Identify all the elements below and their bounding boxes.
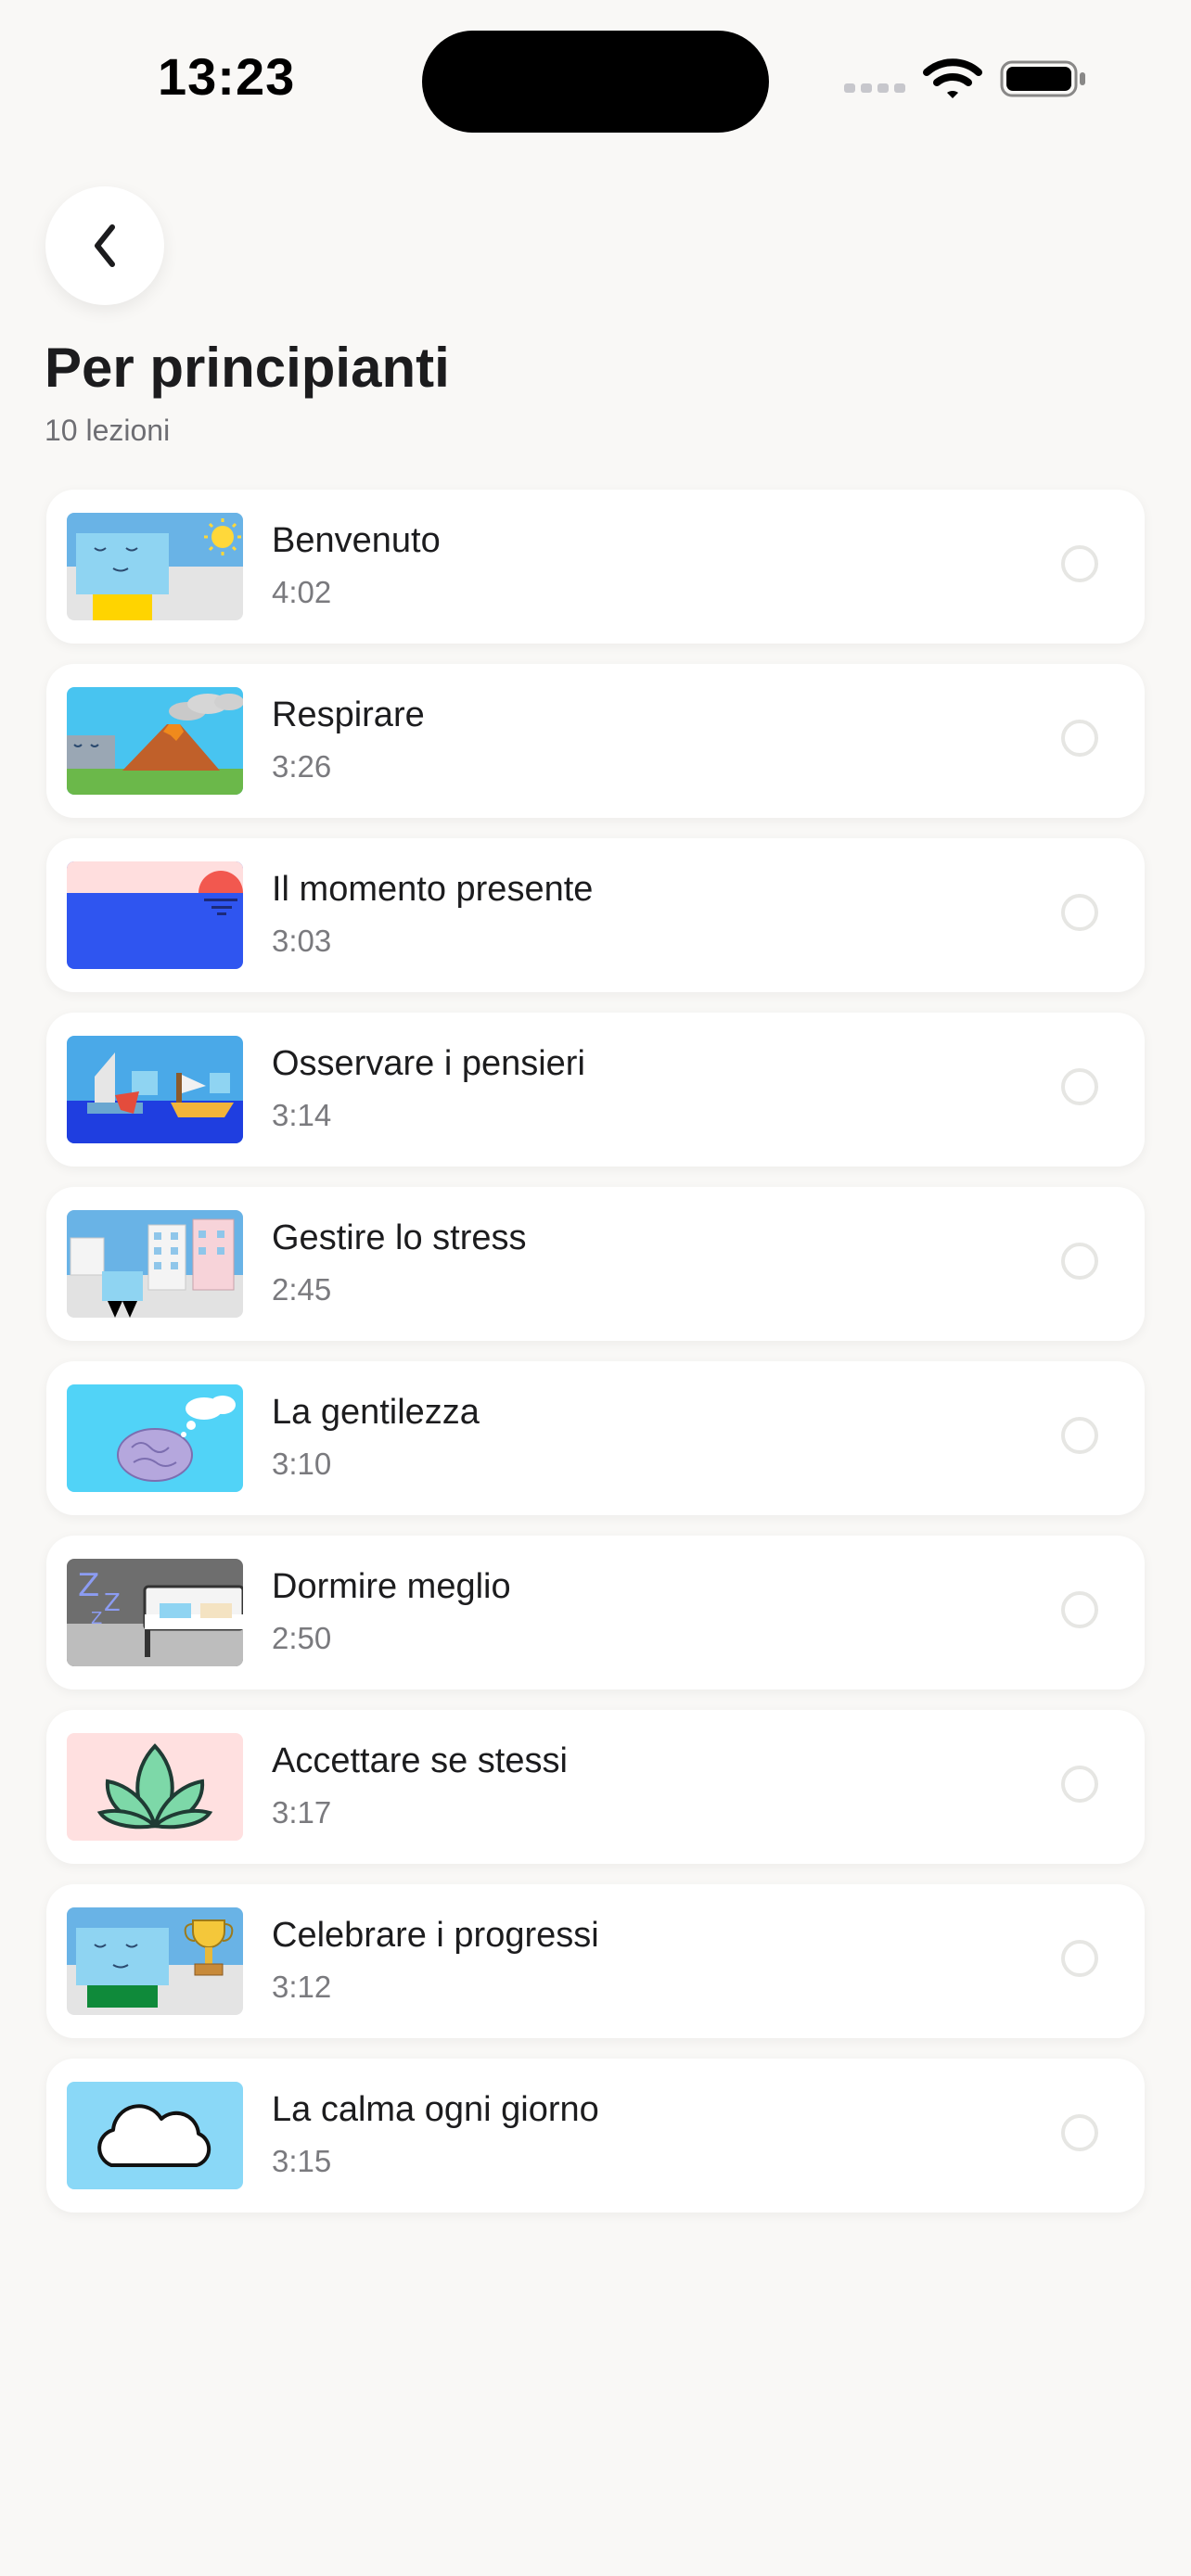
empty-circle-icon[interactable] bbox=[1061, 1243, 1098, 1280]
empty-circle-icon[interactable] bbox=[1061, 1940, 1098, 1977]
lesson-duration: 2:45 bbox=[272, 1272, 332, 1307]
lesson-card-accettare-se-stessi[interactable]: Accettare se stessi 3:17 bbox=[46, 1710, 1145, 1864]
lesson-card-gestire-lo-stress[interactable]: Gestire lo stress 2:45 bbox=[46, 1187, 1145, 1341]
svg-text:Z: Z bbox=[104, 1589, 121, 1617]
lotus-thumbnail bbox=[67, 1733, 243, 1841]
empty-circle-icon[interactable] bbox=[1061, 545, 1098, 582]
cellular-signal-icon bbox=[844, 83, 905, 93]
lesson-duration: 3:03 bbox=[272, 924, 332, 958]
lesson-title: Osservare i pensieri bbox=[272, 1044, 585, 1083]
lesson-duration: 3:12 bbox=[272, 1970, 332, 2004]
lesson-title: Dormire meglio bbox=[272, 1567, 511, 1606]
lesson-title: Respirare bbox=[272, 695, 425, 734]
lesson-duration: 2:50 bbox=[272, 1621, 332, 1655]
lesson-title: Il momento presente bbox=[272, 870, 594, 909]
empty-circle-icon[interactable] bbox=[1061, 894, 1098, 931]
empty-circle-icon[interactable] bbox=[1061, 720, 1098, 757]
wifi-icon bbox=[923, 58, 982, 98]
lesson-card-la-gentilezza[interactable]: La gentilezza 3:10 bbox=[46, 1361, 1145, 1515]
status-bar: 13:23 bbox=[0, 0, 1191, 139]
lesson-card-la-calma-ogni-giorno[interactable]: La calma ogni giorno 3:15 bbox=[46, 2059, 1145, 2213]
svg-text:Z: Z bbox=[91, 1609, 102, 1628]
lesson-duration: 3:17 bbox=[272, 1795, 332, 1830]
lesson-card-respirare[interactable]: Respirare 3:26 bbox=[46, 664, 1145, 818]
volcano-thumbnail bbox=[67, 687, 243, 795]
empty-circle-icon[interactable] bbox=[1061, 2114, 1098, 2151]
page-title: Per principianti bbox=[45, 337, 450, 399]
back-button[interactable] bbox=[45, 186, 164, 305]
lesson-card-benvenuto[interactable]: Benvenuto 4:02 bbox=[46, 490, 1145, 644]
empty-circle-icon[interactable] bbox=[1061, 1417, 1098, 1454]
lesson-card-celebrare-i-progressi[interactable]: Celebrare i progressi 3:12 bbox=[46, 1884, 1145, 2038]
lesson-card-dormire-meglio[interactable]: Z Z Z Dormire meglio 2:50 bbox=[46, 1536, 1145, 1690]
sleep-thumbnail: Z Z Z bbox=[67, 1559, 243, 1666]
lesson-title: La gentilezza bbox=[272, 1393, 480, 1432]
lesson-duration: 3:14 bbox=[272, 1098, 332, 1132]
empty-circle-icon[interactable] bbox=[1061, 1591, 1098, 1628]
svg-text:Z: Z bbox=[78, 1567, 99, 1604]
dynamic-island bbox=[422, 31, 769, 133]
face-sun-thumbnail bbox=[67, 513, 243, 620]
lesson-title: Accettare se stessi bbox=[272, 1741, 568, 1780]
lesson-duration: 3:10 bbox=[272, 1447, 332, 1481]
city-thumbnail bbox=[67, 1210, 243, 1318]
battery-icon bbox=[1000, 60, 1085, 97]
lesson-duration: 3:26 bbox=[272, 749, 332, 784]
cloud-thumbnail bbox=[67, 2082, 243, 2189]
lesson-card-il-momento-presente[interactable]: Il momento presente 3:03 bbox=[46, 838, 1145, 992]
lesson-duration: 4:02 bbox=[272, 575, 332, 609]
lesson-title: La calma ogni giorno bbox=[272, 2090, 599, 2129]
lesson-count: 10 lezioni bbox=[45, 414, 171, 447]
empty-circle-icon[interactable] bbox=[1061, 1068, 1098, 1105]
lesson-list: Benvenuto 4:02 Respirare 3:26 Il momento… bbox=[46, 490, 1145, 2233]
empty-circle-icon[interactable] bbox=[1061, 1766, 1098, 1803]
lesson-title: Benvenuto bbox=[272, 521, 441, 560]
lesson-title: Gestire lo stress bbox=[272, 1218, 527, 1257]
lesson-duration: 3:15 bbox=[272, 2144, 332, 2178]
sunset-sea-thumbnail bbox=[67, 861, 243, 969]
lesson-card-osservare-i-pensieri[interactable]: Osservare i pensieri 3:14 bbox=[46, 1013, 1145, 1167]
boats-thumbnail bbox=[67, 1036, 243, 1143]
trophy-thumbnail bbox=[67, 1907, 243, 2015]
brain-thumbnail bbox=[67, 1384, 243, 1492]
chevron-left-icon bbox=[95, 224, 115, 267]
lesson-title: Celebrare i progressi bbox=[272, 1916, 599, 1955]
status-time: 13:23 bbox=[158, 47, 296, 106]
